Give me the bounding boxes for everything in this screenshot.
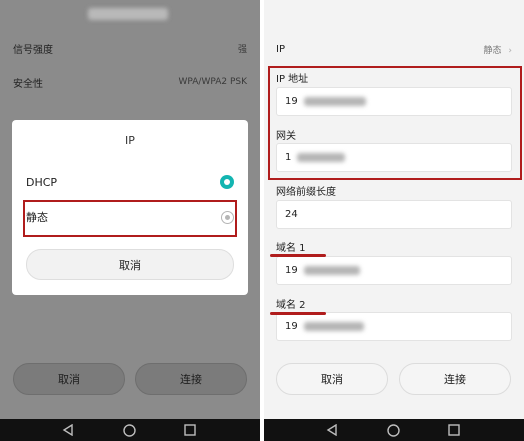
security-label: 安全性 (13, 78, 43, 90)
static-option-highlight (23, 200, 237, 237)
right-top-bar (264, 0, 524, 30)
connect-button[interactable]: 连接 (399, 363, 511, 395)
dns2-underline (270, 312, 326, 315)
prefix-length-label: 网络前缀长度 (276, 187, 336, 198)
dialog-title: IP (125, 134, 135, 147)
left-phone-screen: 信号强度 强 安全性 WPA/WPA2 PSK IP DHCP 静态 取消 取消… (0, 0, 260, 441)
back-icon[interactable] (62, 424, 74, 436)
option-dhcp[interactable]: DHCP (26, 172, 234, 192)
prefix-length-value: 24 (285, 209, 298, 220)
navigation-bar (0, 419, 260, 441)
security-row: 安全性 WPA/WPA2 PSK (13, 72, 247, 92)
dialog-cancel-button[interactable]: 取消 (26, 249, 234, 280)
connect-button[interactable]: 连接 (135, 363, 247, 395)
dns2-label: 域名 2 (276, 300, 306, 311)
blurred-dns1 (303, 266, 360, 275)
cancel-button[interactable]: 取消 (276, 363, 388, 395)
ip-mode-value-group: 静态 › (484, 43, 513, 56)
dns1-label: 域名 1 (276, 243, 306, 254)
ip-gateway-highlight (268, 66, 522, 180)
blurred-network-name (88, 8, 168, 20)
blurred-dns2 (303, 322, 364, 331)
screenshot-root: 信号强度 强 安全性 WPA/WPA2 PSK IP DHCP 静态 取消 取消… (0, 0, 524, 441)
ip-mode-label: IP (276, 43, 285, 55)
navigation-bar (264, 419, 524, 441)
signal-strength-label: 信号强度 (13, 44, 53, 56)
network-name-title (0, 0, 260, 30)
home-icon[interactable] (123, 424, 136, 437)
signal-strength-row: 信号强度 强 (13, 38, 247, 58)
recents-icon[interactable] (184, 424, 196, 436)
ip-mode-value: 静态 (483, 45, 502, 56)
option-dhcp-label: DHCP (26, 175, 58, 189)
dns1-underline (270, 254, 326, 257)
radio-selected-icon[interactable] (220, 175, 234, 189)
cancel-button[interactable]: 取消 (13, 363, 125, 395)
dns1-value: 19 (285, 265, 298, 276)
prefix-length-field[interactable]: 24 (276, 200, 512, 229)
security-value: WPA/WPA2 PSK (178, 77, 247, 87)
recents-icon[interactable] (448, 424, 460, 436)
dns1-field[interactable]: 19 (276, 256, 512, 285)
dns2-value: 19 (285, 321, 298, 332)
dns2-field[interactable]: 19 (276, 312, 512, 341)
signal-strength-value: 强 (237, 44, 247, 55)
chevron-right-icon: › (508, 45, 512, 56)
back-icon[interactable] (326, 424, 338, 436)
ip-mode-row[interactable]: IP 静态 › (276, 40, 512, 58)
home-icon[interactable] (387, 424, 400, 437)
